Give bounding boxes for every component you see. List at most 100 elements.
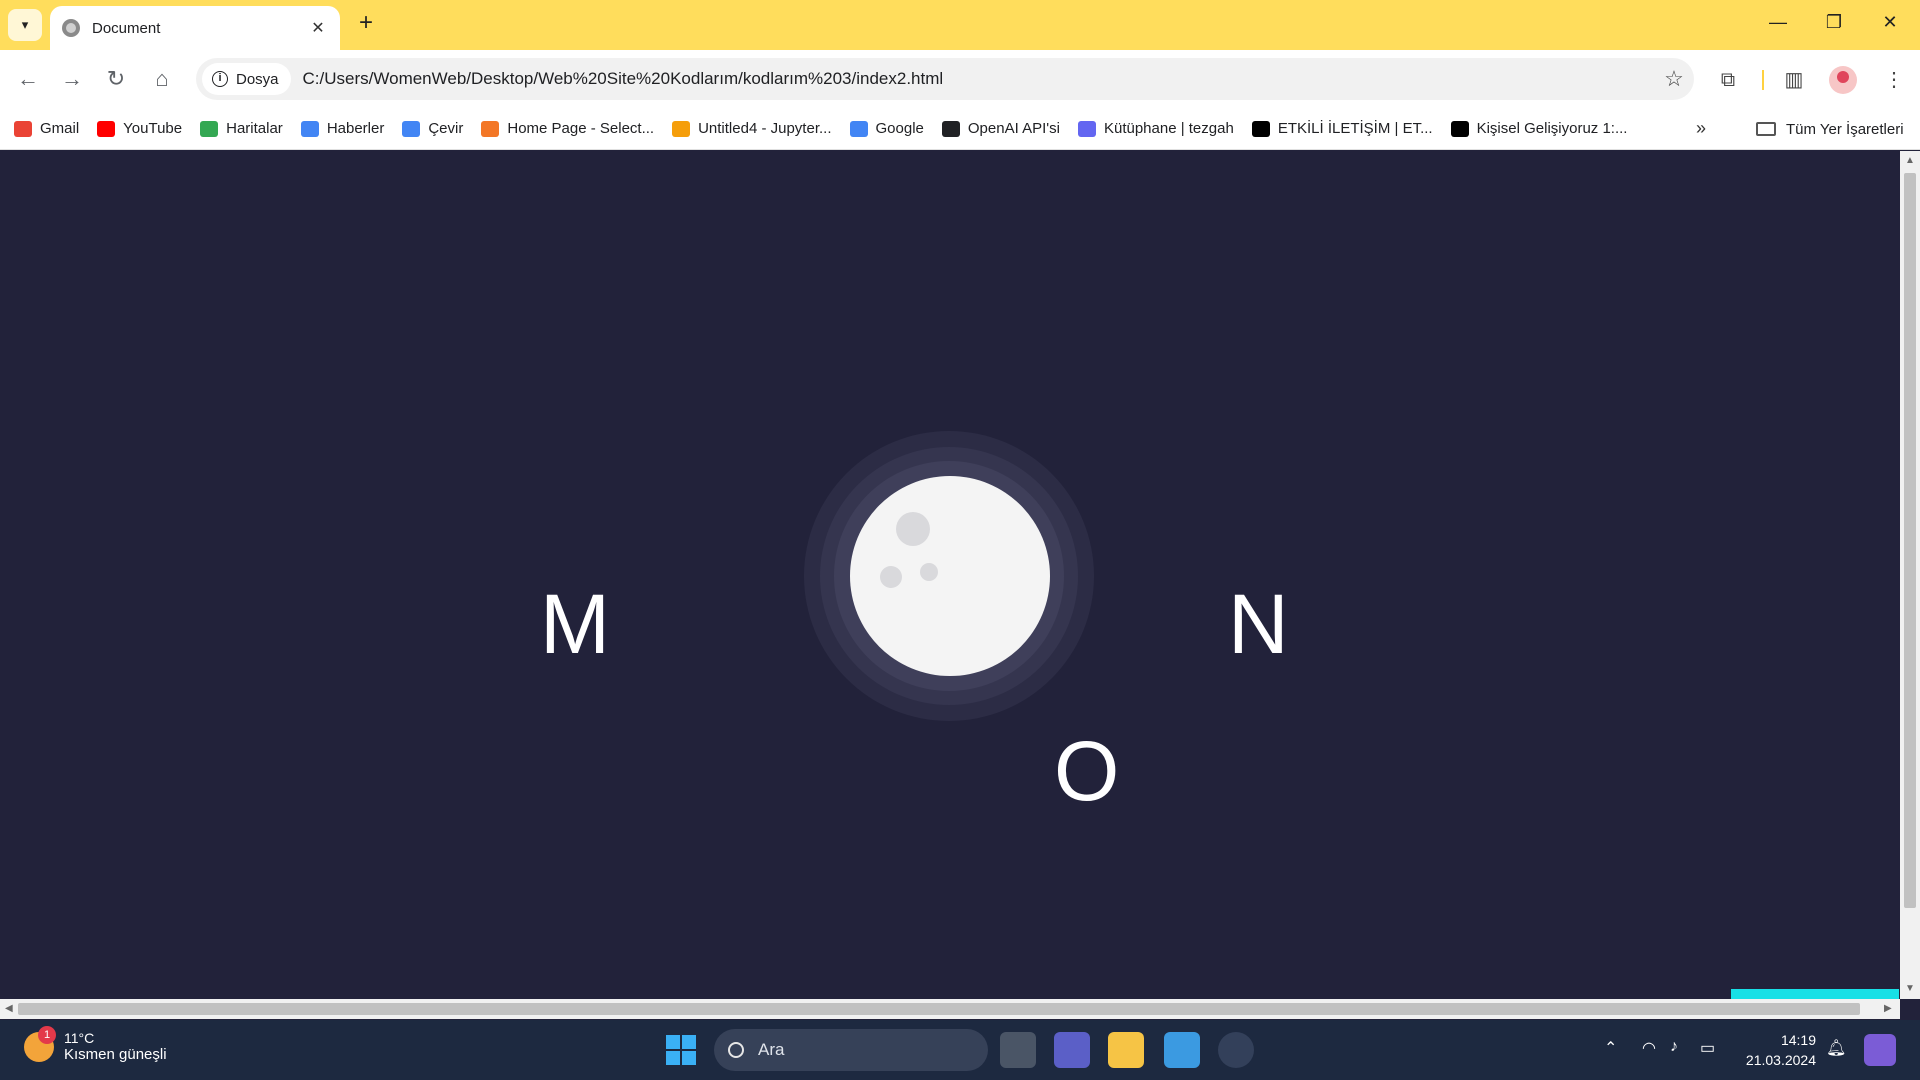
bookmark-label: Google <box>875 120 924 137</box>
taskbar-clock[interactable]: 14:19 21.03.2024 <box>1744 1030 1816 1070</box>
close-window-icon[interactable]: ✕ <box>1870 12 1910 33</box>
bookmark-label: OpenAI API'si <box>967 120 1060 137</box>
notepad-icon[interactable] <box>1164 1032 1200 1068</box>
globe-icon <box>62 19 80 37</box>
clock-time: 14:19 <box>1780 1032 1816 1048</box>
bookmark-label: Untitled4 - Jupyter... <box>698 120 832 137</box>
taskbar-search[interactable]: Ara <box>714 1029 988 1071</box>
home-icon[interactable]: ⌂ <box>148 66 176 94</box>
volume-icon[interactable]: ♪ <box>1670 1038 1678 1056</box>
browser-toolbar: ← → ↻ ⌂ i Dosya C:/Users/WomenWeb/Deskto… <box>0 50 1920 108</box>
maps-icon <box>200 120 219 137</box>
vertical-scrollbar[interactable]: ▲ ▼ <box>1900 151 1920 999</box>
site-info-label: Dosya <box>236 70 279 88</box>
new-tab-button[interactable]: + <box>353 11 379 37</box>
side-panel-icon[interactable]: ▥ <box>1780 66 1808 94</box>
weather-badge: 1 <box>38 1025 56 1044</box>
moon-crater <box>920 563 938 581</box>
bookmark-item[interactable]: YouTube <box>97 120 182 137</box>
weather-icon: 1 <box>24 1025 56 1062</box>
folder-icon <box>1756 122 1776 136</box>
weather-widget[interactable]: 1 11°C Kısmen güneşli <box>24 1025 167 1063</box>
more-bookmarks-button[interactable]: » <box>1696 118 1706 139</box>
scroll-left-icon[interactable]: ◀ <box>5 1003 13 1014</box>
search-placeholder: Ara <box>758 1040 785 1059</box>
news-icon <box>300 120 319 137</box>
clock-date: 21.03.2024 <box>1745 1052 1816 1068</box>
bookmark-label: Haritalar <box>226 120 283 137</box>
minimize-icon[interactable]: — <box>1758 12 1798 33</box>
bookmark-item[interactable]: Haberler <box>300 120 385 137</box>
bookmark-label: Haberler <box>326 120 385 137</box>
bookmark-item[interactable]: Gmail <box>14 120 79 137</box>
translate-icon <box>402 120 421 137</box>
wifi-icon[interactable]: ◠ <box>1642 1038 1656 1058</box>
vertical-scroll-thumb[interactable] <box>1904 173 1916 908</box>
windows-taskbar: 1 11°C Kısmen güneşli Ara ⌃ ◠ ♪ ▭ 14:19 … <box>0 1020 1920 1080</box>
chevron-up-icon[interactable]: ⌃ <box>1604 1038 1617 1058</box>
close-icon[interactable]: ✕ <box>308 18 328 38</box>
notification-bell-icon[interactable]: 🔔︎ <box>1826 1038 1846 1058</box>
file-explorer-icon[interactable] <box>1108 1032 1144 1068</box>
tab-title: Document <box>92 19 161 37</box>
library-icon <box>1077 120 1096 137</box>
letter-m: M <box>540 577 610 671</box>
horizontal-scroll-thumb[interactable] <box>18 1003 1860 1015</box>
url-text[interactable]: C:/Users/WomenWeb/Desktop/Web%20Site%20K… <box>303 69 1654 89</box>
scroll-right-icon[interactable]: ▶ <box>1884 1003 1892 1014</box>
medium-icon <box>1450 120 1469 137</box>
temperature: 11°C <box>64 1030 95 1046</box>
horizontal-scrollbar[interactable]: ◀ ▶ <box>0 999 1900 1019</box>
bookmark-item[interactable]: Untitled4 - Jupyter... <box>672 120 832 137</box>
bookmark-label: ETKİLİ İLETİŞİM | ET... <box>1277 120 1433 137</box>
letter-o: O <box>1054 724 1120 818</box>
forward-icon[interactable]: → <box>58 66 86 94</box>
address-bar[interactable]: i Dosya C:/Users/WomenWeb/Desktop/Web%20… <box>196 58 1694 100</box>
bookmark-item[interactable]: Home Page - Select... <box>481 120 654 137</box>
scroll-down-icon[interactable]: ▼ <box>1905 983 1915 994</box>
gmail-icon <box>14 120 32 137</box>
bookmark-label: Gmail <box>40 120 80 137</box>
all-bookmarks-button[interactable]: Tüm Yer İşaretleri <box>1756 108 1904 150</box>
search-icon <box>728 1042 744 1058</box>
menu-icon[interactable]: ⋮ <box>1880 66 1908 94</box>
bookmark-label: Home Page - Select... <box>507 120 655 137</box>
bookmark-item[interactable]: OpenAI API'si <box>941 120 1060 137</box>
extensions-icon[interactable]: ⧉ <box>1714 66 1742 94</box>
start-button[interactable] <box>666 1035 696 1065</box>
jupyter-icon <box>481 120 500 137</box>
task-view-icon[interactable] <box>1000 1032 1036 1068</box>
site-info-chip[interactable]: i Dosya <box>202 63 291 95</box>
bookmark-label: YouTube <box>123 120 183 137</box>
bookmark-star-icon[interactable]: ☆ <box>1654 66 1694 92</box>
bookmark-item[interactable]: Kütüphane | tezgah <box>1077 120 1234 137</box>
bookmark-item[interactable]: Kişisel Gelişiyoruz 1:... <box>1450 120 1627 137</box>
tab-strip: ▾ Document ✕ + — ❐ ✕ <box>0 0 1920 50</box>
reload-icon[interactable]: ↻ <box>102 66 130 94</box>
copilot-icon[interactable] <box>1864 1034 1896 1066</box>
moon <box>850 476 1050 676</box>
bookmark-item[interactable]: Haritalar <box>200 120 283 137</box>
bookmark-item[interactable]: Google <box>849 120 924 137</box>
bookmark-item[interactable]: ETKİLİ İLETİŞİM | ET... <box>1251 120 1433 137</box>
battery-icon[interactable]: ▭ <box>1700 1038 1715 1058</box>
profile-avatar[interactable] <box>1829 66 1857 94</box>
letter-n: N <box>1228 577 1289 671</box>
bookmarks-bar: Gmail YouTube Haritalar Haberler Çevir Home P… <box>0 108 1920 150</box>
tab-search-button[interactable]: ▾ <box>8 9 42 41</box>
restore-icon[interactable]: ❐ <box>1814 12 1854 33</box>
page-viewport: M N O <box>0 151 1900 999</box>
bookmark-item[interactable]: Çevir <box>402 120 463 137</box>
scroll-up-icon[interactable]: ▲ <box>1905 155 1915 166</box>
browser-tab[interactable]: Document ✕ <box>50 6 340 50</box>
toolbar-divider <box>1762 70 1764 90</box>
chevron-down-icon: ▾ <box>21 17 29 32</box>
openai-icon <box>941 120 960 137</box>
bookmark-label: Çevir <box>428 120 464 137</box>
google-icon <box>849 120 868 137</box>
all-bookmarks-label: Tüm Yer İşaretleri <box>1786 120 1904 138</box>
teams-icon[interactable] <box>1054 1032 1090 1068</box>
youtube-icon <box>97 120 116 137</box>
back-icon[interactable]: ← <box>14 66 42 94</box>
chrome-icon[interactable] <box>1218 1032 1254 1068</box>
